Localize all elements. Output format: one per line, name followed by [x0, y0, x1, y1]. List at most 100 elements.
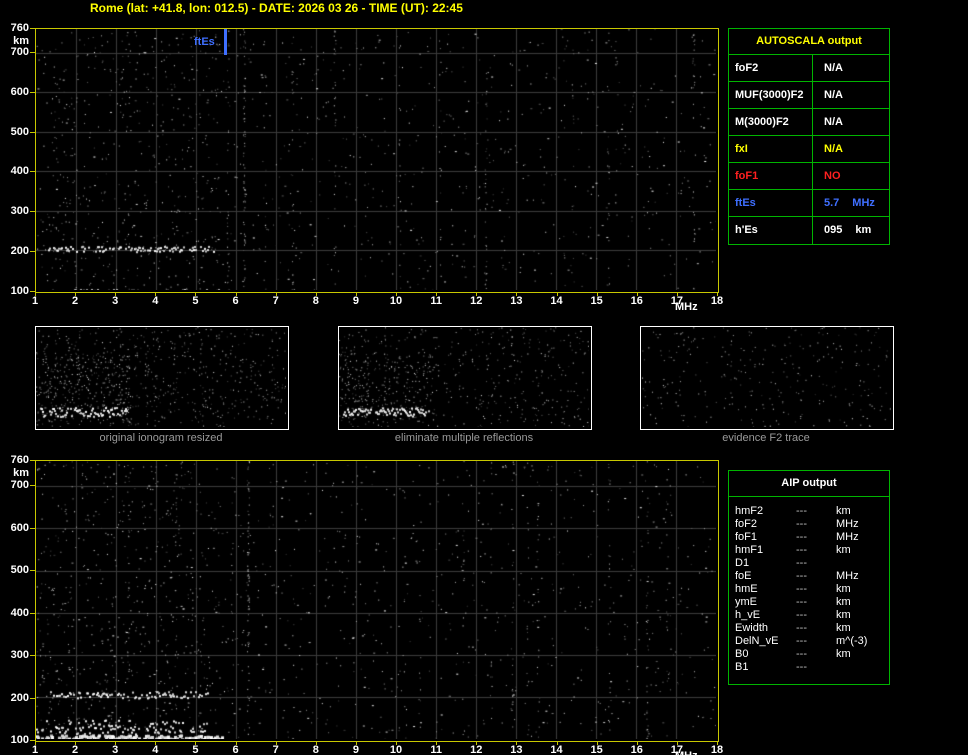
autoscala-screen: Rome (lat: +41.8, lon: 012.5) - DATE: 20…	[0, 0, 968, 755]
aip-unit-label: km	[836, 544, 889, 557]
y-axis-tick-label: 200	[1, 245, 29, 257]
autoscala-param-label: fxI	[729, 136, 813, 162]
x-axis-tick-label: 11	[424, 744, 448, 755]
aip-value: ---	[796, 622, 836, 635]
x-axis-tick-label: 16	[625, 295, 649, 307]
aip-param-label: h_vE	[729, 609, 796, 622]
aip-param-label: foF2	[729, 518, 796, 531]
autoscala-table-row: ftEs5.7MHz	[729, 190, 889, 217]
aip-table-row: hmF1---km	[729, 544, 889, 557]
x-axis-tick-label: 4	[143, 744, 167, 755]
x-axis-tick-label: 17	[665, 295, 689, 307]
autoscala-param-label: foF2	[729, 55, 813, 81]
aip-output-table: AIP output hmF2---kmfoF2---MHzfoF1---MHz…	[728, 470, 890, 685]
ionogram-main-plot: ftEs	[35, 28, 719, 293]
aip-table-row: DelN_vE---m^(-3)	[729, 635, 889, 648]
aip-unit-label: m^(-3)	[836, 635, 889, 648]
ionogram-aip-canvas	[36, 461, 716, 739]
x-axis-tick-label: 3	[103, 744, 127, 755]
x-axis-tick-label: 12	[464, 744, 488, 755]
autoscala-value-cell: 095 km	[813, 217, 889, 244]
x-axis-tick-label: 3	[103, 295, 127, 307]
aip-value: ---	[796, 609, 836, 622]
aip-table-row: hmF2---km	[729, 505, 889, 518]
autoscala-value-cell: N/A	[813, 82, 889, 108]
autoscala-value: N/A	[824, 82, 843, 108]
autoscala-table-row: foF1NO	[729, 163, 889, 190]
aip-table-row: foF2---MHz	[729, 518, 889, 531]
autoscala-table-row: MUF(3000)F2 N/A	[729, 82, 889, 109]
x-axis-tick-label: 2	[63, 295, 87, 307]
y-axis-tick-label: 600	[1, 522, 29, 534]
x-axis-tick-label: 11	[424, 295, 448, 307]
thumbnail-evidence-f2	[640, 326, 894, 430]
aip-unit-label: km	[836, 505, 889, 518]
aip-value: ---	[796, 544, 836, 557]
x-axis-tick-label: 12	[464, 295, 488, 307]
x-axis-tick-label: 15	[585, 744, 609, 755]
x-axis-tick-label: 6	[224, 744, 248, 755]
aip-table-row: hmE---km	[729, 583, 889, 596]
x-axis-tick-label: 1	[23, 295, 47, 307]
ftes-marker-line	[224, 29, 227, 55]
aip-unit-label: MHz	[836, 518, 889, 531]
aip-param-label: Ewidth	[729, 622, 796, 635]
aip-unit-label	[836, 557, 889, 570]
autoscala-param-label: foF1	[729, 163, 813, 189]
x-axis-tick-label: 1	[23, 744, 47, 755]
ionogram-main-canvas	[36, 29, 716, 290]
thumbnail-evidence-canvas	[641, 327, 891, 427]
x-axis-tick-label: 10	[384, 744, 408, 755]
x-axis-tick-label: 16	[625, 744, 649, 755]
aip-table-row: B0---km	[729, 648, 889, 661]
x-axis-tick-label: 5	[183, 744, 207, 755]
aip-table-row: B1---	[729, 661, 889, 674]
y-axis-tick-label: 300	[1, 205, 29, 217]
page-title: Rome (lat: +41.8, lon: 012.5) - DATE: 20…	[90, 1, 463, 15]
aip-table-body: hmF2---kmfoF2---MHzfoF1---MHzhmF1---kmD1…	[729, 497, 889, 684]
autoscala-value-unit: MHz	[852, 190, 875, 216]
autoscala-table-row: M(3000)F2N/A	[729, 109, 889, 136]
y-axis-tick-label: 760	[1, 22, 29, 34]
aip-unit-label: km	[836, 648, 889, 661]
aip-table-row: h_vE---km	[729, 609, 889, 622]
x-axis-tick-label: 2	[63, 744, 87, 755]
y-axis-tick-label: 100	[1, 285, 29, 297]
autoscala-output-table: AUTOSCALA output foF2N/AMUF(3000)F2N/AM(…	[728, 28, 890, 245]
autoscala-table-row: foF2N/A	[729, 55, 889, 82]
aip-table-row: D1---	[729, 557, 889, 570]
y-axis-tick-label: 400	[1, 165, 29, 177]
aip-param-label: D1	[729, 557, 796, 570]
autoscala-value: 095	[824, 217, 842, 244]
aip-unit-label: km	[836, 609, 889, 622]
autoscala-value-unit: km	[855, 217, 871, 244]
aip-param-label: ymE	[729, 596, 796, 609]
aip-param-label: B0	[729, 648, 796, 661]
aip-unit-label: MHz	[836, 531, 889, 544]
aip-table-row: ymE---km	[729, 596, 889, 609]
y-axis-unit-label: km	[1, 35, 29, 47]
aip-unit-label: km	[836, 596, 889, 609]
y-axis-tick-label: 300	[1, 649, 29, 661]
aip-value: ---	[796, 661, 836, 674]
aip-table-title: AIP output	[729, 471, 889, 497]
x-axis-tick-label: 17	[665, 744, 689, 755]
y-axis-tick-label: 600	[1, 86, 29, 98]
aip-table-row: Ewidth---km	[729, 622, 889, 635]
aip-param-label: hmF1	[729, 544, 796, 557]
aip-table-row: foF1---MHz	[729, 531, 889, 544]
y-axis-tick-label: 760	[1, 454, 29, 466]
aip-param-label: hmE	[729, 583, 796, 596]
y-axis-tick-label: 200	[1, 692, 29, 704]
autoscala-param-label: ftEs	[729, 190, 813, 216]
x-axis-tick-label: 15	[585, 295, 609, 307]
aip-value: ---	[796, 583, 836, 596]
autoscala-param-label: h'Es	[729, 217, 813, 244]
x-axis-tick-label: 9	[344, 744, 368, 755]
thumbnail-original-canvas	[36, 327, 286, 427]
x-axis-tick-label: 5	[183, 295, 207, 307]
thumbnail-caption-original: original ionogram resized	[35, 432, 287, 444]
aip-table-row: foE---MHz	[729, 570, 889, 583]
aip-value: ---	[796, 505, 836, 518]
autoscala-param-label: MUF(3000)F2	[729, 82, 813, 108]
